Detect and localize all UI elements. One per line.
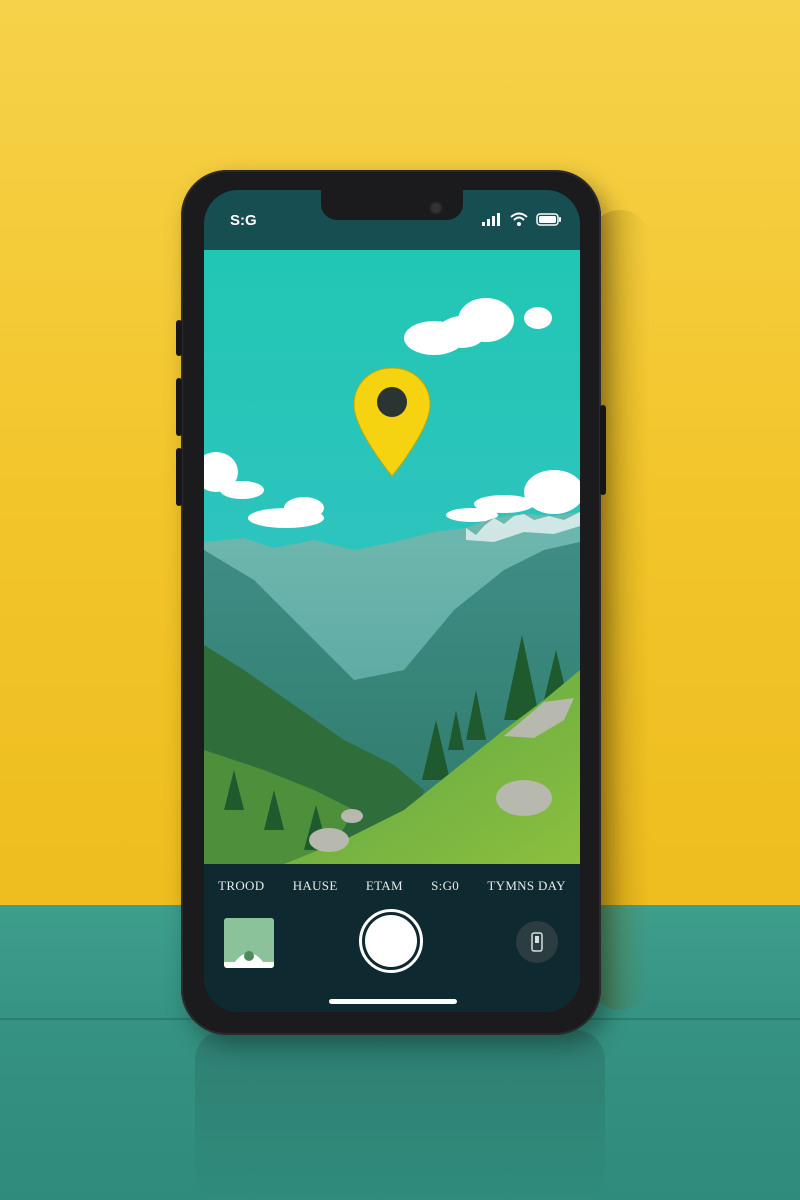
camera-controls: [204, 908, 580, 1012]
phone-reflection: [195, 1030, 605, 1200]
cellular-signal-icon: [482, 213, 500, 226]
mode-hause[interactable]: HAUSE: [293, 878, 338, 894]
volume-down-button[interactable]: [176, 448, 182, 506]
power-button[interactable]: [600, 405, 606, 495]
shutter-inner: [365, 915, 417, 967]
gallery-preview-image: [224, 918, 274, 968]
camera-mode-bar: TROOD HAUSE ETAM S:G0 TYMNS DAY: [204, 864, 580, 908]
camera-switch-button[interactable]: [516, 921, 558, 963]
status-icons: [482, 212, 562, 226]
status-time: S:G: [230, 212, 257, 229]
wifi-icon: [510, 212, 528, 226]
action-button[interactable]: [176, 320, 182, 356]
camera-switch-icon: [531, 932, 543, 952]
mode-sg0[interactable]: S:G0: [431, 878, 459, 894]
gallery-thumbnail[interactable]: [224, 918, 274, 968]
mode-trood[interactable]: TROOD: [218, 878, 264, 894]
camera-viewfinder[interactable]: [204, 250, 580, 864]
volume-up-button[interactable]: [176, 378, 182, 436]
mode-etam[interactable]: ETAM: [366, 878, 403, 894]
mode-tymns-day[interactable]: TYMNS DAY: [487, 878, 565, 894]
shutter-button[interactable]: [359, 909, 423, 973]
front-camera: [429, 201, 443, 215]
home-indicator[interactable]: [329, 999, 457, 1004]
phone-screen: S:G TROOD HAUSE ETAM S:G0 TYMNS DAY: [204, 190, 580, 1012]
battery-icon: [536, 213, 561, 226]
